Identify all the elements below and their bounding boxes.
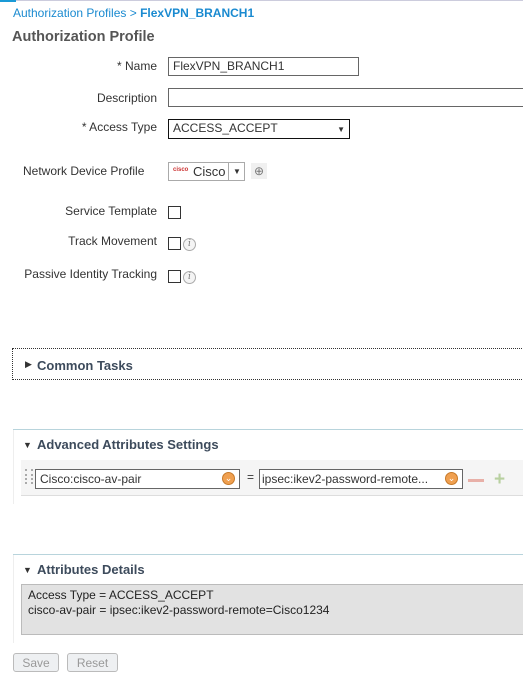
dropdown-orange-icon: ⌄ <box>222 472 235 485</box>
common-tasks-section[interactable]: ▶ Common Tasks <box>12 348 523 380</box>
track-movement-checkbox[interactable] <box>168 237 181 250</box>
drag-handle-icon[interactable] <box>25 469 33 484</box>
breadcrumb: Authorization Profiles > FlexVPN_BRANCH1 <box>13 6 254 20</box>
top-divider <box>0 0 523 1</box>
expand-triangle-icon: ▶ <box>25 359 32 369</box>
details-line: cisco-av-pair = ipsec:ikev2-password-rem… <box>28 603 330 617</box>
ndp-select[interactable]: cisco Cisco ▼ <box>168 162 245 181</box>
breadcrumb-parent-link[interactable]: Authorization Profiles <box>13 6 126 20</box>
remove-icon[interactable] <box>468 479 484 482</box>
common-tasks-title: Common Tasks <box>37 358 133 373</box>
attribute-value-select[interactable]: ipsec:ikev2-password-remote... ⌄ <box>259 469 463 489</box>
breadcrumb-current: FlexVPN_BRANCH1 <box>140 6 255 20</box>
attributes-details-title: Attributes Details <box>37 562 145 577</box>
section-divider <box>13 554 523 555</box>
attribute-row: Cisco:cisco-av-pair ⌄ = ipsec:ikev2-pass… <box>21 460 523 496</box>
dropdown-arrow-icon: ▼ <box>228 163 245 180</box>
access-type-select[interactable]: ACCESS_ACCEPT ▼ <box>168 119 350 139</box>
service-template-label: Service Template <box>65 204 157 218</box>
section-left-border <box>13 555 14 643</box>
info-icon[interactable]: i <box>183 238 196 251</box>
description-input[interactable] <box>168 88 523 107</box>
passive-identity-label: Passive Identity Tracking <box>24 267 157 281</box>
top-accent <box>0 0 16 2</box>
attribute-name-select[interactable]: Cisco:cisco-av-pair ⌄ <box>35 469 240 489</box>
breadcrumb-separator: > <box>129 6 137 20</box>
name-label: * Name <box>116 59 157 73</box>
add-icon[interactable]: + <box>494 470 505 489</box>
reset-button[interactable]: Reset <box>67 653 118 672</box>
description-label: Description <box>96 91 157 105</box>
dropdown-arrow-icon: ▼ <box>337 125 345 134</box>
equals-sign: = <box>247 470 255 484</box>
ndp-label: Network Device Profile <box>23 164 145 178</box>
collapse-triangle-icon[interactable]: ▼ <box>23 565 32 575</box>
cisco-logo-icon: cisco <box>173 167 189 173</box>
info-icon[interactable]: i <box>183 271 196 284</box>
advanced-attributes-title: Advanced Attributes Settings <box>37 437 219 452</box>
save-button[interactable]: Save <box>13 653 59 672</box>
section-divider <box>13 429 523 430</box>
ndp-value: Cisco <box>193 164 226 179</box>
name-input[interactable]: FlexVPN_BRANCH1 <box>168 57 359 76</box>
track-movement-label: Track Movement <box>68 234 157 248</box>
attribute-name-value: Cisco:cisco-av-pair <box>40 472 142 486</box>
details-line: Access Type = ACCESS_ACCEPT <box>28 588 214 602</box>
access-type-label: * Access Type <box>81 120 157 134</box>
attribute-value: ipsec:ikev2-password-remote... <box>262 472 429 486</box>
access-type-value: ACCESS_ACCEPT <box>173 121 278 135</box>
passive-identity-checkbox[interactable] <box>168 270 181 283</box>
target-icon[interactable]: ⊕ <box>251 163 267 179</box>
attributes-details-box: Access Type = ACCESS_ACCEPT cisco-av-pai… <box>21 584 523 635</box>
service-template-checkbox[interactable] <box>168 206 181 219</box>
page-title: Authorization Profile <box>12 29 155 45</box>
collapse-triangle-icon[interactable]: ▼ <box>23 440 32 450</box>
section-left-border <box>13 430 14 504</box>
dropdown-orange-icon: ⌄ <box>445 472 458 485</box>
